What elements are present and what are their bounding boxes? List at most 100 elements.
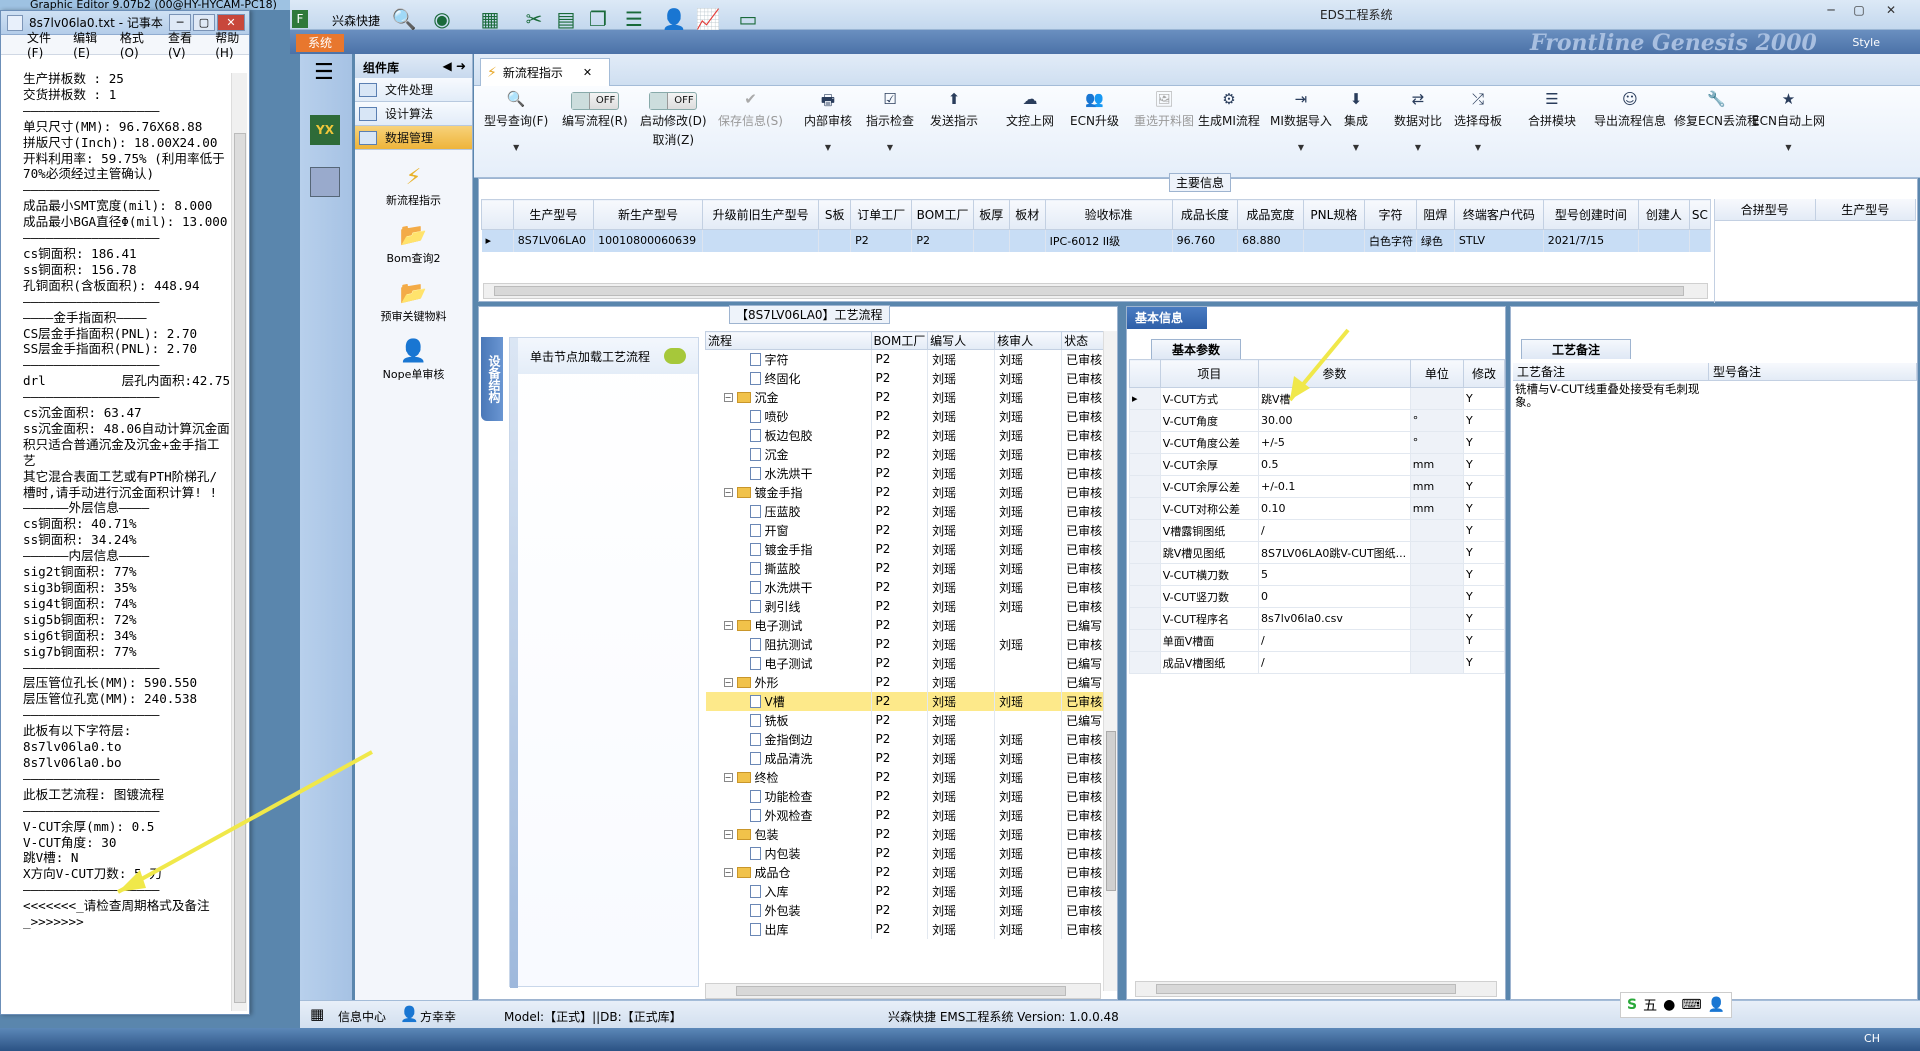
column-header[interactable]: 字符: [1364, 199, 1417, 230]
param-value[interactable]: 0: [1258, 585, 1411, 608]
dropdown-arrow-icon[interactable]: ▼: [1415, 143, 1421, 152]
tree-row[interactable]: 镀金手指 P2 刘瑶 刘瑶 已审核: [705, 539, 1115, 559]
column-header[interactable]: 单位: [1409, 359, 1464, 388]
close-button[interactable]: ✕: [217, 14, 245, 31]
tree-row[interactable]: 成品清洗 P2 刘瑶 刘瑶 已审核: [705, 748, 1115, 768]
column-header[interactable]: 修改: [1462, 359, 1506, 388]
dropdown-arrow-icon[interactable]: ▼: [1298, 143, 1304, 152]
tree-row[interactable]: 电子测试 P2 刘瑶 已编写: [705, 653, 1115, 673]
collapse-icon[interactable]: −: [723, 620, 733, 630]
tree-row[interactable]: 沉金 P2 刘瑶 刘瑶 已审核: [705, 444, 1115, 464]
grid-icon[interactable]: ▦: [310, 1005, 324, 1023]
component-nope-review[interactable]: 👤 Nope单审核: [355, 338, 472, 382]
collapse-icon[interactable]: −: [723, 867, 733, 877]
column-header[interactable]: 生产型号: [1816, 199, 1916, 220]
tree-row[interactable]: 入库 P2 刘瑶 刘瑶 已审核: [705, 881, 1115, 901]
user-icon[interactable]: 👤: [660, 6, 688, 32]
column-header[interactable]: 核审人: [994, 331, 1063, 350]
table-cell[interactable]: 2021/7/15: [1543, 229, 1639, 252]
keyboard-icon[interactable]: ⌨: [1681, 997, 1701, 1013]
tree-row[interactable]: 喷砂 P2 刘瑶 刘瑶 已审核: [705, 406, 1115, 426]
horizontal-scrollbar[interactable]: [1135, 981, 1497, 997]
dropdown-arrow-icon[interactable]: ▼: [1785, 143, 1791, 152]
param-row[interactable]: V-CUT余厚 0.5 mm Y: [1129, 453, 1506, 476]
tree-row[interactable]: − 包装 P2 刘瑶 刘瑶 已审核: [705, 824, 1115, 844]
zoom-icon[interactable]: 🔍: [390, 6, 418, 32]
scroll-thumb[interactable]: [1156, 984, 1456, 994]
toolbar-button[interactable]: ⬆ 发送指示: [930, 90, 978, 129]
toggle-switch[interactable]: OFF: [649, 92, 698, 110]
param-value[interactable]: /: [1258, 629, 1411, 652]
param-value[interactable]: 8s7lv06la0.csv: [1258, 607, 1411, 630]
param-row[interactable]: 跳V槽见图纸 8S7LV06LA0跳V-CUT图纸... Y: [1129, 541, 1506, 564]
style-menu[interactable]: Style: [1852, 36, 1880, 49]
vertical-scrollbar[interactable]: [231, 73, 247, 1011]
param-row[interactable]: 成品V槽图纸 / Y: [1129, 651, 1506, 674]
menu-item[interactable]: 文件(F): [27, 29, 59, 60]
param-value[interactable]: 30.00: [1258, 409, 1411, 432]
toolbar-button[interactable]: 🔍 型号查询(F) ▼: [484, 90, 548, 152]
film-icon[interactable]: ▤: [552, 6, 580, 32]
param-row[interactable]: V槽露铜图纸 / Y: [1129, 519, 1506, 542]
table-cell[interactable]: P2: [850, 229, 913, 252]
copy-icon[interactable]: ❐: [584, 6, 612, 32]
horizontal-scrollbar[interactable]: [483, 283, 1708, 299]
table-cell[interactable]: 绿色: [1416, 229, 1455, 252]
tab-basic-params[interactable]: 基本参数: [1151, 339, 1241, 359]
ime-mode[interactable]: 五: [1643, 995, 1657, 1015]
table-cell[interactable]: STLV: [1454, 229, 1544, 252]
column-header[interactable]: 生产型号: [512, 199, 595, 230]
menu-item[interactable]: 编辑(E): [73, 29, 106, 60]
toolbar-button[interactable]: 🖼 重选开料图: [1134, 90, 1194, 129]
table-cell[interactable]: P2: [911, 229, 974, 252]
collapse-icon[interactable]: −: [723, 772, 733, 782]
vertical-scrollbar[interactable]: [1103, 331, 1117, 991]
tree-row[interactable]: 板边包胶 P2 刘瑶 刘瑶 已审核: [705, 425, 1115, 445]
column-header[interactable]: 创建人: [1637, 199, 1690, 230]
table-cell[interactable]: [1303, 229, 1366, 252]
tree-row[interactable]: − 外形 P2 刘瑶 已编写: [705, 672, 1115, 692]
menu-item[interactable]: 帮助(H): [215, 29, 249, 60]
table-row[interactable]: ▸ 8S7LV06LA0 10010800060639 P2 P2 IPC-6012 II…: [481, 229, 1712, 252]
cancel-label[interactable]: 取消(Z): [653, 131, 695, 148]
collapse-icon[interactable]: −: [723, 392, 733, 402]
tree-row[interactable]: 金指倒边 P2 刘瑶 刘瑶 已审核: [705, 729, 1115, 749]
column-header[interactable]: 项目: [1159, 359, 1260, 388]
tree-row[interactable]: − 终检 P2 刘瑶 刘瑶 已审核: [705, 767, 1115, 787]
table-cell[interactable]: [702, 229, 820, 252]
param-row[interactable]: V-CUT竖刀数 0 Y: [1129, 585, 1506, 608]
toolbar-button[interactable]: 👥 ECN升级: [1070, 90, 1119, 129]
component-new-process[interactable]: ⚡ 新流程指示: [355, 164, 472, 208]
toolbar-button[interactable]: 🖶 内部审核 ▼: [804, 90, 852, 152]
table-cell[interactable]: 8S7LV06LA0: [513, 229, 595, 252]
table-cell[interactable]: [1009, 229, 1046, 252]
tree-row[interactable]: 开窗 P2 刘瑶 刘瑶 已审核: [705, 520, 1115, 540]
scroll-thumb[interactable]: [494, 286, 1684, 296]
globe-icon[interactable]: ◉: [428, 6, 456, 32]
tab-file-processing[interactable]: 文件处理: [355, 78, 472, 102]
toolbar-button[interactable]: OFF 启动修改(D) 取消(Z): [640, 90, 707, 148]
table-cell[interactable]: IPC-6012 II级: [1045, 229, 1173, 252]
toolbar-button[interactable]: ⇄ 数据对比 ▼: [1394, 90, 1442, 152]
tree-row[interactable]: 水洗烘干 P2 刘瑶 刘瑶 已审核: [705, 577, 1115, 597]
toolbar-button[interactable]: ⤮ 选择母板 ▼: [1454, 90, 1502, 152]
dropdown-arrow-icon[interactable]: ▼: [513, 143, 519, 152]
component-key-material[interactable]: 📂 预审关键物料: [355, 280, 472, 324]
toolbar-button[interactable]: ☰ 合拼模块: [1528, 90, 1576, 129]
toolbar-button[interactable]: OFF 编写流程(R): [562, 90, 628, 129]
tree-row[interactable]: − 电子测试 P2 刘瑶 已编写: [705, 615, 1115, 635]
dropdown-arrow-icon[interactable]: ▼: [1353, 143, 1359, 152]
chart-icon[interactable]: 📈: [694, 6, 722, 32]
column-header[interactable]: 流程: [705, 331, 872, 350]
tree-row[interactable]: − 成品仓 P2 刘瑶 刘瑶 已审核: [705, 862, 1115, 882]
column-header[interactable]: BOM工厂: [870, 331, 929, 350]
close-tab-icon[interactable]: ✕: [583, 66, 592, 79]
tree-row[interactable]: − 镀金手指 P2 刘瑶 刘瑶 已审核: [705, 482, 1115, 502]
tree-row[interactable]: − 沉金 P2 刘瑶 刘瑶 已审核: [705, 387, 1115, 407]
column-header[interactable]: PNL规格: [1302, 199, 1366, 230]
toolbar-button[interactable]: ☺ 导出流程信息: [1594, 90, 1666, 129]
param-value[interactable]: /: [1258, 519, 1411, 542]
tab-data-management[interactable]: 数据管理: [355, 126, 472, 150]
ime-toolbar[interactable]: S 五 ● ⌨ 👤: [1620, 992, 1732, 1018]
toolbar-button[interactable]: ⚙ 生成MI流程: [1198, 90, 1260, 129]
